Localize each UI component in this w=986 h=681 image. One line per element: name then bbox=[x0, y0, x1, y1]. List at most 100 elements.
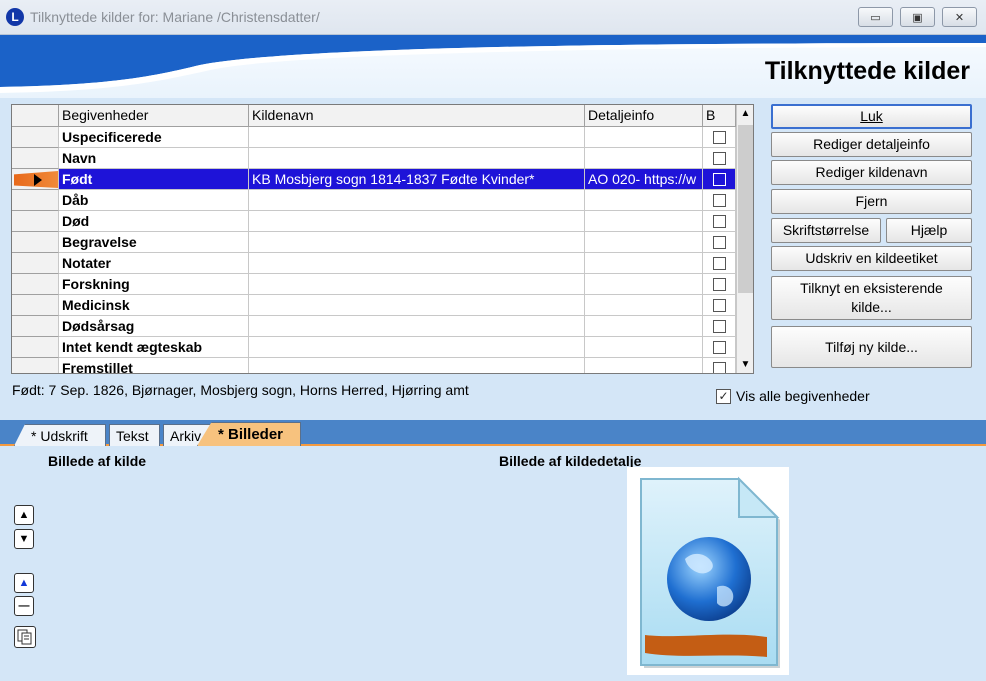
event-cell[interactable]: Født bbox=[59, 169, 249, 190]
checkbox[interactable] bbox=[712, 299, 726, 312]
event-cell[interactable]: Intet kendt ægteskab bbox=[59, 337, 249, 358]
source-name-cell[interactable]: KB Mosbjerg sogn 1814-1837 Fødte Kvinder… bbox=[249, 169, 585, 190]
table-row[interactable]: Død bbox=[12, 211, 736, 232]
detail-info-cell[interactable] bbox=[585, 316, 703, 337]
event-cell[interactable]: Begravelse bbox=[59, 232, 249, 253]
b-checkbox-cell[interactable] bbox=[703, 211, 736, 232]
checkbox[interactable] bbox=[712, 194, 726, 207]
checkbox[interactable] bbox=[712, 152, 726, 165]
fjern-button[interactable]: Fjern bbox=[771, 189, 972, 214]
event-cell[interactable]: Forskning bbox=[59, 274, 249, 295]
event-cell[interactable]: Uspecificerede bbox=[59, 127, 249, 148]
table-row[interactable]: Notater bbox=[12, 253, 736, 274]
detail-info-cell[interactable] bbox=[585, 148, 703, 169]
checkbox[interactable] bbox=[712, 320, 726, 333]
checkbox[interactable] bbox=[712, 215, 726, 228]
detail-info-cell[interactable] bbox=[585, 232, 703, 253]
b-checkbox-cell[interactable] bbox=[703, 274, 736, 295]
source-name-cell[interactable] bbox=[249, 337, 585, 358]
source-name-cell[interactable] bbox=[249, 190, 585, 211]
event-cell[interactable]: Død bbox=[59, 211, 249, 232]
b-checkbox-cell[interactable] bbox=[703, 169, 736, 190]
zoom-in-button[interactable]: ▲ bbox=[14, 573, 34, 593]
row-header[interactable] bbox=[12, 190, 59, 211]
b-checkbox-cell[interactable] bbox=[703, 295, 736, 316]
b-checkbox-cell[interactable] bbox=[703, 253, 736, 274]
row-header[interactable] bbox=[12, 148, 59, 169]
b-checkbox-cell[interactable] bbox=[703, 232, 736, 253]
table-row[interactable]: Født KB Mosbjerg sogn 1814-1837 Fødte Kvi… bbox=[12, 169, 736, 190]
checkbox[interactable] bbox=[712, 278, 726, 291]
move-down-button[interactable]: ▼ bbox=[14, 529, 34, 549]
table-row[interactable]: Forskning bbox=[12, 274, 736, 295]
b-checkbox-cell[interactable] bbox=[703, 358, 736, 373]
column-header-begivenheder[interactable]: Begivenheder bbox=[59, 105, 249, 127]
table-row[interactable]: Begravelse bbox=[12, 232, 736, 253]
maximize-button[interactable]: ▣ bbox=[900, 7, 935, 27]
checkbox[interactable] bbox=[712, 173, 726, 186]
source-name-cell[interactable] bbox=[249, 232, 585, 253]
row-header[interactable] bbox=[12, 253, 59, 274]
row-header[interactable] bbox=[12, 274, 59, 295]
detail-info-cell[interactable] bbox=[585, 190, 703, 211]
b-checkbox-cell[interactable] bbox=[703, 127, 736, 148]
source-name-cell[interactable] bbox=[249, 148, 585, 169]
row-header[interactable] bbox=[12, 337, 59, 358]
table-row[interactable]: Dødsårsag bbox=[12, 316, 736, 337]
row-header[interactable] bbox=[12, 358, 59, 373]
row-header[interactable] bbox=[12, 169, 59, 190]
table-row[interactable]: Intet kendt ægteskab bbox=[12, 337, 736, 358]
checkbox[interactable] bbox=[712, 131, 726, 144]
source-name-cell[interactable] bbox=[249, 127, 585, 148]
detail-info-cell[interactable] bbox=[585, 295, 703, 316]
event-cell[interactable]: Medicinsk bbox=[59, 295, 249, 316]
checkbox-checked-icon[interactable]: ✓ bbox=[716, 388, 731, 404]
row-header[interactable] bbox=[12, 295, 59, 316]
table-row[interactable]: Uspecificerede bbox=[12, 127, 736, 148]
table-row[interactable]: Fremstillet bbox=[12, 358, 736, 373]
source-detail-image[interactable] bbox=[627, 467, 789, 675]
source-name-cell[interactable] bbox=[249, 316, 585, 337]
detail-info-cell[interactable] bbox=[585, 127, 703, 148]
row-header[interactable] bbox=[12, 232, 59, 253]
event-cell[interactable]: Dåb bbox=[59, 190, 249, 211]
scroll-down-button[interactable]: ▼ bbox=[737, 356, 753, 373]
detail-info-cell[interactable] bbox=[585, 211, 703, 232]
move-up-button[interactable]: ▲ bbox=[14, 505, 34, 525]
column-header-detaljeinfo[interactable]: Detaljeinfo bbox=[585, 105, 703, 127]
table-row[interactable]: Dåb bbox=[12, 190, 736, 211]
source-name-cell[interactable] bbox=[249, 211, 585, 232]
skriftstorrelse-button[interactable]: Skriftstørrelse bbox=[771, 218, 881, 243]
rediger-kildenavn-button[interactable]: Rediger kildenavn bbox=[771, 160, 972, 185]
detail-info-cell[interactable] bbox=[585, 253, 703, 274]
zoom-out-button[interactable]: — bbox=[14, 596, 34, 616]
events-grid[interactable]: Begivenheder Kildenavn Detaljeinfo B Usp… bbox=[11, 104, 754, 374]
column-header-kildenavn[interactable]: Kildenavn bbox=[249, 105, 585, 127]
b-checkbox-cell[interactable] bbox=[703, 148, 736, 169]
source-name-cell[interactable] bbox=[249, 295, 585, 316]
detail-info-cell[interactable] bbox=[585, 358, 703, 373]
scroll-thumb[interactable] bbox=[738, 125, 753, 293]
source-name-cell[interactable] bbox=[249, 274, 585, 295]
tilfoej-ny-kilde-button[interactable]: Tilføj ny kilde... bbox=[771, 326, 972, 368]
tab-udskrift[interactable]: * Udskrift bbox=[14, 424, 106, 446]
tilknyt-kilde-button[interactable]: Tilknyt en eksisterende kilde... bbox=[771, 276, 972, 320]
table-row[interactable]: Medicinsk bbox=[12, 295, 736, 316]
column-header-b[interactable]: B bbox=[703, 105, 736, 127]
detail-info-cell[interactable] bbox=[585, 274, 703, 295]
checkbox[interactable] bbox=[712, 362, 726, 373]
hjaelp-button[interactable]: Hjælp bbox=[886, 218, 972, 243]
event-cell[interactable]: Fremstillet bbox=[59, 358, 249, 373]
grid-scrollbar[interactable]: ▲ ▼ bbox=[736, 105, 753, 373]
tab-billeder[interactable]: * Billeder bbox=[197, 422, 301, 446]
table-row[interactable]: Navn bbox=[12, 148, 736, 169]
copy-button[interactable] bbox=[14, 626, 36, 648]
udskriv-kildeetiket-button[interactable]: Udskriv en kildeetiket bbox=[771, 246, 972, 271]
row-header[interactable] bbox=[12, 316, 59, 337]
scroll-up-button[interactable]: ▲ bbox=[737, 105, 753, 122]
checkbox[interactable] bbox=[712, 236, 726, 249]
b-checkbox-cell[interactable] bbox=[703, 337, 736, 358]
event-cell[interactable]: Dødsårsag bbox=[59, 316, 249, 337]
row-header[interactable] bbox=[12, 127, 59, 148]
row-header[interactable] bbox=[12, 211, 59, 232]
